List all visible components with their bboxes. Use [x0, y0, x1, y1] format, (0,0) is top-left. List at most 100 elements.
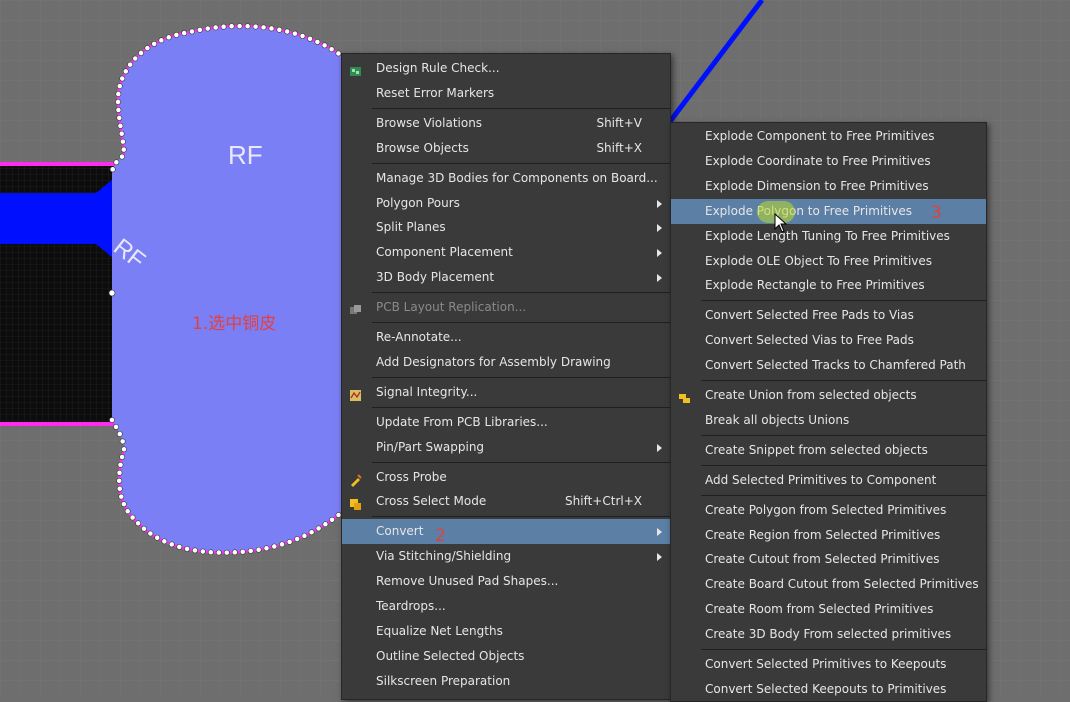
menu-item-shortcut: Shift+V	[596, 115, 642, 130]
selection-handle	[129, 514, 136, 521]
selection-handle	[118, 493, 125, 500]
submenu-arrow-icon	[657, 274, 662, 283]
menu-item-label: Remove Unused Pad Shapes...	[376, 574, 559, 589]
selection-handle	[321, 42, 328, 49]
menu-separator	[701, 434, 986, 436]
menu-item-create-region-from-selected-primitives[interactable]: Create Region from Selected Primitives	[671, 523, 986, 548]
menu-item-convert[interactable]: Convert	[342, 519, 670, 545]
menu-separator	[701, 380, 986, 381]
selection-handle	[119, 153, 125, 160]
drc-icon	[349, 62, 362, 76]
selection-handle	[113, 159, 120, 166]
menu-item-shortcut: Shift+X	[596, 140, 642, 155]
selection-handle	[116, 469, 123, 476]
selection-handle	[279, 541, 285, 548]
selection-handle	[113, 423, 119, 430]
menu-item-via-stitching-shielding[interactable]: Via Stitching/Shielding	[342, 544, 670, 569]
menu-item-create-board-cutout-from-selected-primitives[interactable]: Create Board Cutout from Selected Primit…	[671, 572, 986, 597]
menu-item-create-polygon-from-selected-primitives[interactable]: Create Polygon from Selected Primitives	[671, 498, 986, 523]
menu-item-create-room-from-selected-primitives[interactable]: Create Room from Selected Primitives	[671, 597, 986, 622]
menu-item-convert-selected-tracks-to-chamfered-path[interactable]: Convert Selected Tracks to Chamfered Pat…	[671, 353, 986, 378]
menu-item-explode-ole-object-to-free-primitives[interactable]: Explode OLE Object To Free Primitives	[671, 249, 986, 274]
menu-item-explode-coordinate-to-free-primitives[interactable]: Explode Coordinate to Free Primitives	[671, 149, 986, 174]
menu-item-label: Split Planes	[376, 220, 446, 235]
menu-item-reset-error-markers[interactable]: Reset Error Markers	[342, 81, 670, 106]
menu-item-pin-part-swapping[interactable]: Pin/Part Swapping	[342, 435, 670, 460]
menu-item-label: Pin/Part Swapping	[376, 439, 485, 454]
menu-item-teardrops[interactable]: Teardrops...	[342, 594, 670, 619]
selection-handle	[109, 166, 116, 173]
menu-item-manage-3d-bodies-for-components-on-board[interactable]: Manage 3D Bodies for Components on Board…	[342, 166, 670, 191]
selection-handle	[244, 23, 251, 30]
selection-handle	[308, 529, 315, 536]
menu-separator	[372, 107, 670, 109]
menu-item-polygon-pours[interactable]: Polygon Pours	[342, 191, 670, 216]
menu-item-create-snippet-from-selected-objects[interactable]: Create Snippet from selected objects	[671, 438, 986, 463]
menu-item-create-union-from-selected-objects[interactable]: Create Union from selected objects	[671, 383, 986, 408]
menu-item-3d-body-placement[interactable]: 3D Body Placement	[342, 265, 670, 290]
menu-item-explode-length-tuning-to-free-primitives[interactable]: Explode Length Tuning To Free Primitives	[671, 224, 986, 249]
menu-item-break-all-objects-unions[interactable]: Break all objects Unions	[671, 408, 986, 433]
selection-handle	[141, 525, 147, 532]
menu-item-cross-select-mode[interactable]: Cross Select Mode Shift+Ctrl+X	[342, 489, 670, 514]
menu-item-component-placement[interactable]: Component Placement	[342, 240, 670, 265]
annotation-step-2: 2	[435, 526, 446, 546]
menu-item-split-planes[interactable]: Split Planes	[342, 215, 670, 240]
selection-handle	[204, 25, 211, 32]
selection-handle	[116, 477, 123, 484]
selection-handle	[263, 545, 270, 552]
selection-handle	[132, 55, 139, 62]
menu-separator	[372, 322, 670, 323]
menu-item-browse-violations[interactable]: Browse Violations Shift+V	[342, 111, 670, 136]
selection-handle	[108, 289, 116, 297]
menu-item-label: Add Selected Primitives to Component	[705, 472, 937, 487]
menu-item-update-from-pcb-libraries[interactable]: Update From PCB Libraries...	[342, 410, 670, 435]
menu-item-label: Silkscreen Preparation	[376, 673, 511, 688]
menu-item-label: Explode Coordinate to Free Primitives	[705, 153, 931, 168]
menu-item-convert-selected-free-pads-to-vias[interactable]: Convert Selected Free Pads to Vias	[671, 303, 986, 328]
menu-item-add-selected-primitives-to-component[interactable]: Add Selected Primitives to Component	[671, 468, 986, 493]
rf-polygon	[112, 26, 345, 553]
menu-item-label: Convert Selected Primitives to Keepouts	[705, 657, 947, 671]
menu-item-add-designators-for-assembly-drawing[interactable]: Add Designators for Assembly Drawing	[342, 350, 670, 375]
menu-item-label: Convert Selected Free Pads to Vias	[705, 308, 914, 323]
menu-item-signal-integrity[interactable]: Signal Integrity...	[342, 380, 670, 405]
menu-item-label: Explode Polygon to Free Primitives	[705, 203, 912, 218]
selection-handle	[286, 538, 293, 545]
menu-item-explode-rectangle-to-free-primitives[interactable]: Explode Rectangle to Free Primitives	[671, 273, 986, 298]
menu-item-label: Create Room from Selected Primitives	[705, 602, 934, 617]
menu-item-convert-selected-primitives-to-keepouts[interactable]: Convert Selected Primitives to Keepouts	[671, 652, 986, 677]
submenu-arrow-icon	[657, 528, 662, 537]
menu-item-label: Re-Annotate...	[376, 330, 462, 344]
menu-item-cross-probe[interactable]: Cross Probe	[342, 465, 670, 490]
menu-item-convert-selected-keepouts-to-primitives[interactable]: Convert Selected Keepouts to Primitives	[671, 677, 986, 702]
menu-item-label: Explode Length Tuning To Free Primitives	[705, 228, 950, 243]
menu-item-explode-component-to-free-primitives[interactable]: Explode Component to Free Primitives	[671, 124, 986, 149]
menu-item-equalize-net-lengths[interactable]: Equalize Net Lengths	[342, 619, 670, 644]
mouse-cursor-icon	[774, 213, 788, 233]
menu-item-label: Outline Selected Objects	[376, 648, 525, 663]
selection-handle	[301, 532, 308, 539]
selection-handle	[115, 107, 122, 113]
menu-item-remove-unused-pad-shapes[interactable]: Remove Unused Pad Shapes...	[342, 569, 670, 594]
selection-handle	[276, 26, 283, 33]
menu-item-design-rule-check[interactable]: Design Rule Check...	[342, 56, 670, 81]
menu-item-create-cutout-from-selected-primitives[interactable]: Create Cutout from Selected Primitives	[671, 547, 986, 572]
rf-top-label: RF	[228, 140, 263, 170]
menu-item-explode-dimension-to-free-primitives[interactable]: Explode Dimension to Free Primitives	[671, 174, 986, 199]
annotation-select-copper: 1.选中铜皮	[192, 314, 276, 334]
menu-item-label: Via Stitching/Shielding	[376, 549, 512, 564]
menu-item-create-3d-body-from-selected-primitives[interactable]: Create 3D Body From selected primitives	[671, 622, 986, 647]
union-icon	[678, 389, 691, 403]
menu-item-browse-objects[interactable]: Browse Objects Shift+X	[342, 136, 670, 161]
selection-handle	[328, 46, 335, 53]
menu-item-re-annotate[interactable]: Re-Annotate...	[342, 325, 670, 350]
menu-item-convert-selected-vias-to-free-pads[interactable]: Convert Selected Vias to Free Pads	[671, 328, 986, 353]
selection-handle	[115, 91, 122, 97]
selection-handle	[120, 501, 127, 508]
menu-item-shortcut: Shift+Ctrl+X	[565, 494, 642, 509]
selection-handle	[121, 446, 127, 453]
menu-item-silkscreen-preparation[interactable]: Silkscreen Preparation	[342, 669, 670, 694]
selection-handle	[119, 138, 126, 145]
menu-item-outline-selected-objects[interactable]: Outline Selected Objects	[342, 644, 670, 669]
